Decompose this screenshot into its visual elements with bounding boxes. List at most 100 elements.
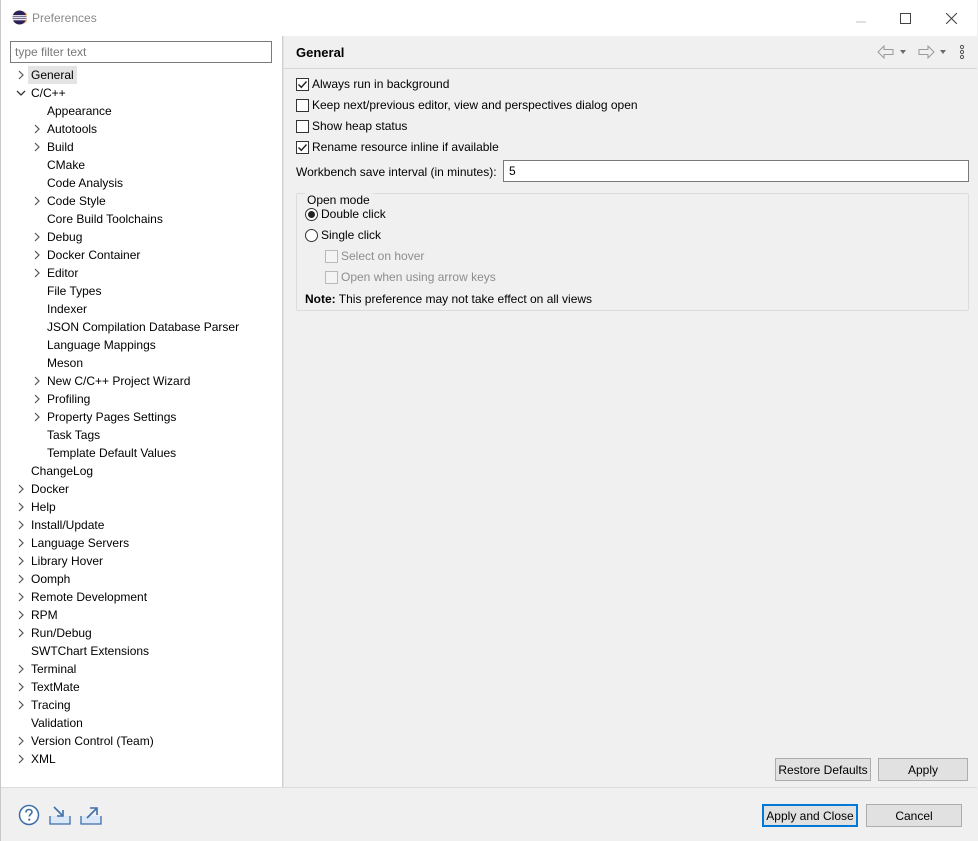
expand-toggle[interactable] bbox=[31, 120, 43, 138]
expand-toggle[interactable] bbox=[15, 480, 27, 498]
tree-item-cpp-child[interactable]: Template Default Values bbox=[1, 444, 282, 462]
tree-item[interactable]: Run/Debug bbox=[1, 624, 282, 642]
tree-item-cpp-child[interactable]: Docker Container bbox=[1, 246, 282, 264]
tree-item-label: Help bbox=[31, 500, 56, 514]
tree-item-cpp-child[interactable]: Task Tags bbox=[1, 426, 282, 444]
expand-toggle[interactable] bbox=[15, 750, 27, 768]
tree-item-label: Oomph bbox=[31, 572, 71, 586]
tree-item-cpp-child[interactable]: Debug bbox=[1, 228, 282, 246]
tree-item-cpp-child[interactable]: Build bbox=[1, 138, 282, 156]
import-button[interactable] bbox=[47, 802, 73, 828]
keep-dialog-checkbox[interactable] bbox=[296, 98, 309, 112]
tree-item[interactable]: Terminal bbox=[1, 660, 282, 678]
minimize-button[interactable] bbox=[839, 6, 883, 30]
expand-toggle[interactable] bbox=[15, 66, 27, 84]
view-menu-icon[interactable] bbox=[957, 44, 967, 60]
tree-item-cpp-child[interactable]: Appearance bbox=[1, 102, 282, 120]
single-click-option[interactable]: Single click bbox=[305, 226, 381, 244]
tree-item-cpp-child[interactable]: Profiling bbox=[1, 390, 282, 408]
restore-defaults-button[interactable]: Restore Defaults bbox=[775, 758, 871, 781]
tree-item-cpp-child[interactable]: Code Style bbox=[1, 192, 282, 210]
tree-item[interactable]: Library Hover bbox=[1, 552, 282, 570]
expand-toggle[interactable] bbox=[31, 192, 43, 210]
tree-item[interactable]: RPM bbox=[1, 606, 282, 624]
tree-item-cpp[interactable]: C/C++ bbox=[1, 84, 282, 102]
tree-item[interactable]: ChangeLog bbox=[1, 462, 282, 480]
tree-item-label: Docker Container bbox=[47, 248, 141, 262]
back-dropdown-icon[interactable] bbox=[899, 45, 907, 59]
tree-item[interactable]: Tracing bbox=[1, 696, 282, 714]
rename-inline-checkbox[interactable] bbox=[296, 140, 309, 154]
heap-status-checkbox[interactable] bbox=[296, 119, 309, 133]
tree-item[interactable]: Version Control (Team) bbox=[1, 732, 282, 750]
cancel-button[interactable]: Cancel bbox=[866, 804, 962, 827]
expand-toggle[interactable] bbox=[15, 588, 27, 606]
tree-item[interactable]: XML bbox=[1, 750, 282, 768]
expand-toggle[interactable] bbox=[15, 516, 27, 534]
tree-item-cpp-child[interactable]: Autotools bbox=[1, 120, 282, 138]
tree-item-cpp-child[interactable]: Editor bbox=[1, 264, 282, 282]
forward-arrow-icon[interactable] bbox=[917, 45, 935, 59]
single-click-radio[interactable] bbox=[305, 228, 318, 242]
tree-item-cpp-child[interactable]: Language Mappings bbox=[1, 336, 282, 354]
tree-item-general[interactable]: General bbox=[1, 66, 282, 84]
tree-item-cpp-child[interactable]: Indexer bbox=[1, 300, 282, 318]
apply-button[interactable]: Apply bbox=[878, 758, 968, 781]
expand-toggle[interactable] bbox=[15, 534, 27, 552]
tree-item[interactable]: Help bbox=[1, 498, 282, 516]
maximize-button[interactable] bbox=[883, 6, 927, 30]
save-interval-input[interactable] bbox=[503, 160, 969, 182]
keep-dialog-option[interactable]: Keep next/previous editor, view and pers… bbox=[296, 96, 638, 114]
collapse-toggle[interactable] bbox=[15, 84, 27, 102]
tree-item-cpp-child[interactable]: New C/C++ Project Wizard bbox=[1, 372, 282, 390]
expand-toggle[interactable] bbox=[15, 570, 27, 588]
tree-item-cpp-child[interactable]: Property Pages Settings bbox=[1, 408, 282, 426]
tree-item-cpp-child[interactable]: Core Build Toolchains bbox=[1, 210, 282, 228]
tree-item[interactable]: Oomph bbox=[1, 570, 282, 588]
tree-item[interactable]: Validation bbox=[1, 714, 282, 732]
tree-item[interactable]: SWTChart Extensions bbox=[1, 642, 282, 660]
tree-item-label: Core Build Toolchains bbox=[47, 212, 163, 226]
rename-inline-option[interactable]: Rename resource inline if available bbox=[296, 138, 499, 156]
double-click-radio[interactable] bbox=[305, 207, 318, 221]
filter-input[interactable] bbox=[10, 41, 272, 63]
expand-toggle[interactable] bbox=[15, 696, 27, 714]
tree-item-cpp-child[interactable]: File Types bbox=[1, 282, 282, 300]
tree-item[interactable]: TextMate bbox=[1, 678, 282, 696]
always-run-checkbox[interactable] bbox=[296, 77, 309, 91]
back-arrow-icon[interactable] bbox=[877, 45, 895, 59]
heap-status-option[interactable]: Show heap status bbox=[296, 117, 407, 135]
close-button[interactable] bbox=[929, 6, 973, 30]
always-run-option[interactable]: Always run in background bbox=[296, 75, 449, 93]
expand-toggle[interactable] bbox=[31, 372, 43, 390]
expand-toggle[interactable] bbox=[31, 264, 43, 282]
help-button[interactable] bbox=[16, 802, 42, 828]
expand-toggle[interactable] bbox=[31, 390, 43, 408]
forward-dropdown-icon[interactable] bbox=[939, 45, 947, 59]
expand-toggle[interactable] bbox=[31, 408, 43, 426]
tree-item-label: Version Control (Team) bbox=[31, 734, 154, 748]
tree-item[interactable]: Remote Development bbox=[1, 588, 282, 606]
chevron-right-icon bbox=[18, 556, 24, 566]
expand-toggle[interactable] bbox=[15, 498, 27, 516]
double-click-option[interactable]: Double click bbox=[305, 205, 386, 223]
tree-item-cpp-child[interactable]: CMake bbox=[1, 156, 282, 174]
expand-toggle[interactable] bbox=[15, 678, 27, 696]
tree-item[interactable]: Language Servers bbox=[1, 534, 282, 552]
expand-toggle[interactable] bbox=[31, 138, 43, 156]
export-button[interactable] bbox=[78, 802, 104, 828]
expand-toggle[interactable] bbox=[15, 732, 27, 750]
tree-item-cpp-child[interactable]: Code Analysis bbox=[1, 174, 282, 192]
tree-item[interactable]: Install/Update bbox=[1, 516, 282, 534]
expand-toggle[interactable] bbox=[15, 552, 27, 570]
tree-item-cpp-child[interactable]: Meson bbox=[1, 354, 282, 372]
tree-item-cpp-child[interactable]: JSON Compilation Database Parser bbox=[1, 318, 282, 336]
expand-toggle[interactable] bbox=[31, 228, 43, 246]
expand-toggle[interactable] bbox=[15, 660, 27, 678]
tree-item[interactable]: Docker bbox=[1, 480, 282, 498]
expand-toggle[interactable] bbox=[31, 246, 43, 264]
apply-and-close-button[interactable]: Apply and Close bbox=[762, 804, 858, 827]
expand-toggle[interactable] bbox=[15, 606, 27, 624]
dialog-button-bar: Apply and Close Cancel bbox=[1, 787, 977, 841]
expand-toggle[interactable] bbox=[15, 624, 27, 642]
